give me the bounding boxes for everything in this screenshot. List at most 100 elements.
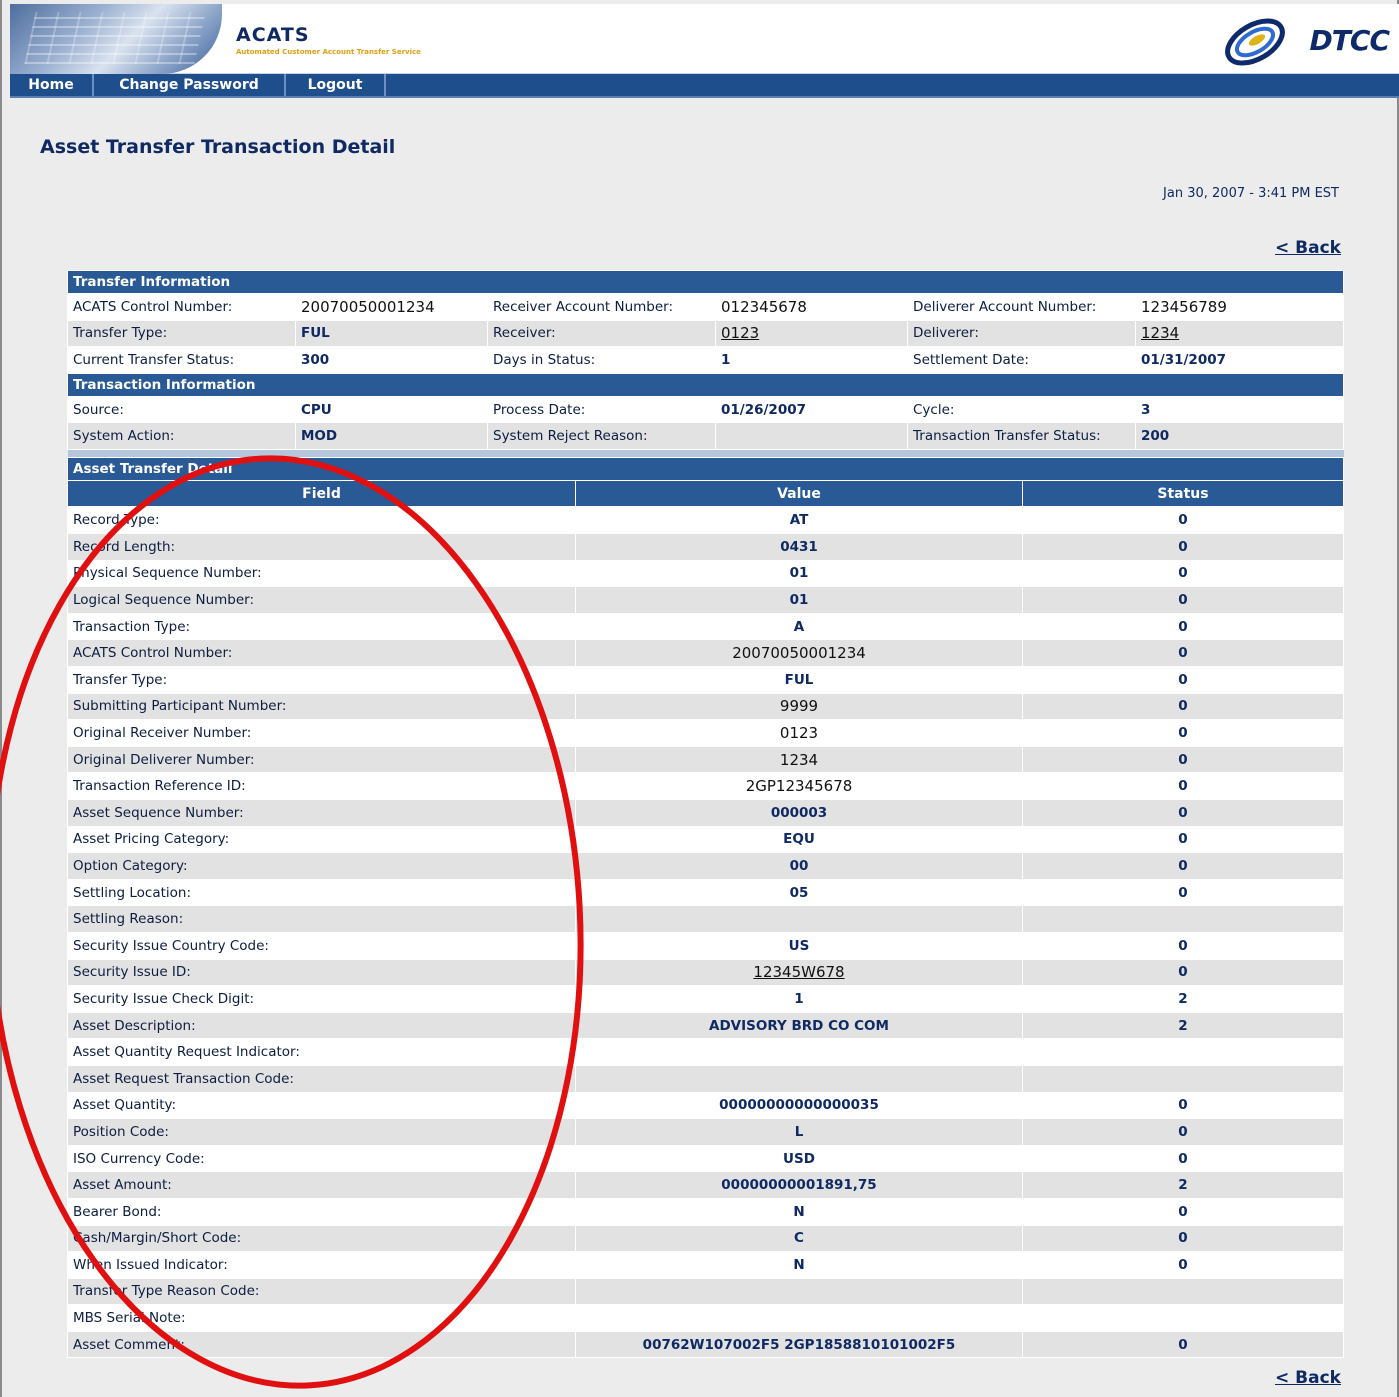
- status-value: 2: [1021, 1171, 1345, 1199]
- field-label: Asset Quantity:: [67, 1091, 576, 1120]
- field-label: Original Receiver Number:: [67, 719, 576, 747]
- table-row: Settling Reason:: [67, 905, 1345, 933]
- field-label: Asset Request Transaction Code:: [67, 1064, 576, 1093]
- banner-artwork: [10, 4, 222, 74]
- field-label: Asset Quantity Request Indicator:: [67, 1038, 576, 1066]
- nav-bar: Home Change Password Logout: [10, 74, 1399, 98]
- status-value: 0: [1021, 852, 1345, 880]
- field-value: L: [575, 1118, 1023, 1146]
- field-value: ADVISORY BRD CO COM: [575, 1011, 1023, 1040]
- section-heading-transaction: Transaction Information: [66, 372, 1345, 397]
- field-value: [715, 422, 908, 450]
- field-label: Deliverer Account Number:: [907, 293, 1136, 321]
- table-row: Asset Description: ADVISORY BRD CO COM 2: [67, 1011, 1345, 1040]
- field-value: 0123: [575, 719, 1023, 747]
- table-row: Option Category: 00 0: [67, 852, 1345, 880]
- table-row: Asset Comment: 00762W107002F5 2GP18588101…: [67, 1330, 1345, 1359]
- field-label: Asset Pricing Category:: [67, 825, 576, 854]
- field-label: Process Date:: [487, 395, 716, 424]
- field-value: 0431: [575, 533, 1023, 561]
- field-label: Transfer Type:: [67, 666, 576, 694]
- field-label: Current Transfer Status:: [67, 346, 296, 374]
- field-value: C: [575, 1224, 1023, 1253]
- field-value: N: [575, 1197, 1023, 1226]
- security-issue-id-link[interactable]: 12345W678: [575, 958, 1023, 987]
- field-label: Position Code:: [67, 1118, 576, 1146]
- field-label: Transfer Type Reason Code:: [67, 1277, 576, 1306]
- field-value: 01/31/2007: [1134, 346, 1345, 374]
- receiver-link[interactable]: 0123: [715, 319, 908, 348]
- table-row: Current Transfer Status: 300 Days in Sta…: [67, 346, 1345, 374]
- field-label: Days in Status:: [487, 346, 716, 374]
- table-row: Logical Sequence Number: 01 0: [67, 586, 1345, 614]
- status-value: 0: [1021, 825, 1345, 854]
- column-header-value: Value: [575, 480, 1023, 508]
- field-value: USD: [575, 1144, 1023, 1173]
- field-value: 01: [575, 559, 1023, 588]
- table-row: Bearer Bond: N 0: [67, 1197, 1345, 1226]
- nav-home[interactable]: Home: [10, 74, 94, 96]
- field-value: 00000000000000035: [575, 1091, 1023, 1120]
- table-row: Transaction Reference ID: 2GP12345678 0: [67, 772, 1345, 800]
- field-label: System Action:: [67, 422, 296, 450]
- page-title: Asset Transfer Transaction Detail: [40, 136, 396, 158]
- table-row: Transfer Type Reason Code:: [67, 1277, 1345, 1306]
- dtcc-swirl-icon: [1225, 18, 1285, 66]
- table-row: Security Issue Check Digit: 1 2: [67, 985, 1345, 1013]
- field-label: Option Category:: [67, 852, 576, 880]
- field-label: Record Length:: [67, 533, 576, 561]
- field-value: CPU: [295, 395, 488, 424]
- app-title: ACATS: [236, 24, 310, 46]
- field-value: MOD: [295, 422, 488, 450]
- table-row: Position Code: L 0: [67, 1118, 1345, 1146]
- field-value: 1234: [575, 745, 1023, 774]
- field-value: FUL: [295, 319, 488, 348]
- field-label: System Reject Reason:: [487, 422, 716, 450]
- nav-logout[interactable]: Logout: [286, 74, 386, 96]
- field-label: Physical Sequence Number:: [67, 559, 576, 588]
- column-header-field: Field: [67, 480, 576, 508]
- table-row: Transfer Type: FUL Receiver: 0123 Delive…: [67, 319, 1345, 348]
- field-value: US: [575, 931, 1023, 960]
- field-value: N: [575, 1251, 1023, 1279]
- field-value: 9999: [575, 692, 1023, 721]
- field-value: 20070050001234: [295, 293, 488, 321]
- deliverer-link[interactable]: 1234: [1134, 319, 1345, 348]
- field-value: 05: [575, 878, 1023, 907]
- page: ACATS Automated Customer Account Transfe…: [0, 0, 1399, 1397]
- field-value: 01/26/2007: [715, 395, 908, 424]
- transfer-info-table: Transfer Information ACATS Control Numbe…: [66, 270, 1345, 458]
- status-value: [1021, 1038, 1345, 1066]
- back-link-top[interactable]: < Back: [1275, 238, 1341, 258]
- nav-change-password[interactable]: Change Password: [94, 74, 286, 96]
- status-value: 0: [1021, 506, 1345, 535]
- status-value: 0: [1021, 533, 1345, 561]
- field-label: Settling Location:: [67, 878, 576, 907]
- field-value: 1: [575, 985, 1023, 1013]
- table-row: Settling Location: 05 0: [67, 878, 1345, 907]
- asset-detail-table: Asset Transfer Detail Field Value Status…: [66, 457, 1345, 1359]
- column-header-status: Status: [1021, 480, 1345, 508]
- table-row: When Issued Indicator: N 0: [67, 1251, 1345, 1279]
- field-value: [575, 1064, 1023, 1093]
- status-value: 0: [1021, 559, 1345, 588]
- field-value: [575, 1277, 1023, 1306]
- table-row: Submitting Participant Number: 9999 0: [67, 692, 1345, 721]
- field-label: Transaction Reference ID:: [67, 772, 576, 800]
- table-row: Transfer Type: FUL 0: [67, 666, 1345, 694]
- table-row: Asset Amount: 00000000001891,75 2: [67, 1171, 1345, 1199]
- status-value: 0: [1021, 1197, 1345, 1226]
- field-label: Submitting Participant Number:: [67, 692, 576, 721]
- field-label: Source:: [67, 395, 296, 424]
- table-row: Asset Sequence Number: 000003 0: [67, 799, 1345, 827]
- dtcc-brand-text: DTCC: [1309, 24, 1390, 57]
- field-label: When Issued Indicator:: [67, 1251, 576, 1279]
- status-value: 0: [1021, 586, 1345, 614]
- field-value: 200: [1134, 422, 1345, 450]
- status-value: [1021, 1277, 1345, 1306]
- field-label: Asset Amount:: [67, 1171, 576, 1199]
- field-label: Transaction Type:: [67, 612, 576, 641]
- section-heading-transfer: Transfer Information: [66, 270, 1345, 294]
- field-value: 00000000001891,75: [575, 1171, 1023, 1199]
- back-link-bottom[interactable]: < Back: [1275, 1368, 1341, 1388]
